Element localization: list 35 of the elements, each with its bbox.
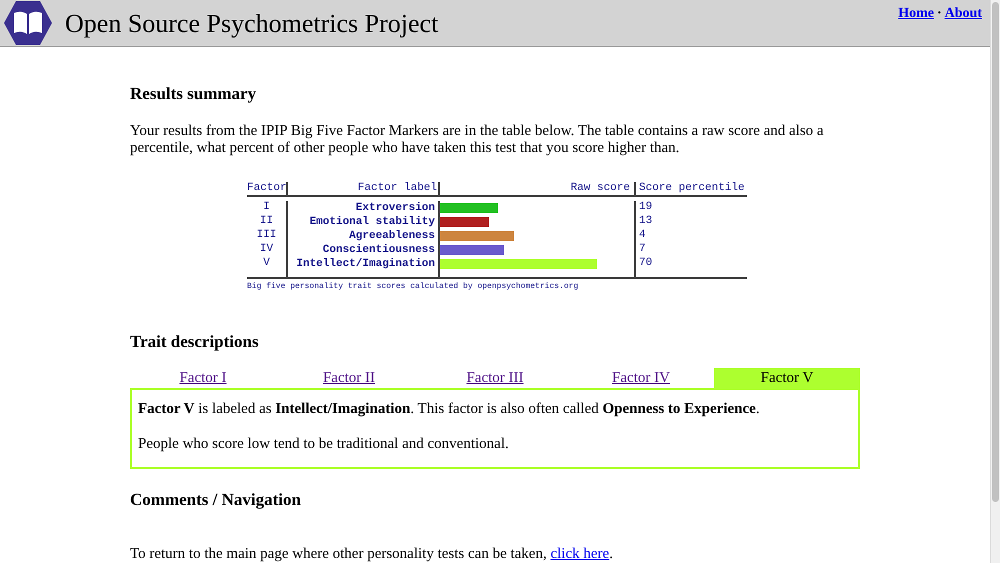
period-text: . (609, 546, 613, 562)
scrollbar[interactable] (990, 0, 1000, 563)
description-text: People who score low tend to be traditional and conventional. (138, 434, 510, 454)
column-header: Raw score (440, 182, 636, 194)
factor-tab[interactable]: Factor I (130, 368, 276, 388)
section-heading: Results summary (130, 83, 258, 105)
column-header: Score percentile (638, 182, 746, 194)
factor-numeral: I (247, 200, 288, 214)
factor-tab[interactable]: Factor IV (568, 368, 714, 388)
percentile-value: 70 (638, 256, 654, 270)
navigation-text: To return to the main page where other personality tests can be taken, (130, 546, 547, 562)
factor-numeral: II (247, 214, 288, 228)
factor-numeral: IV (247, 242, 288, 256)
section-heading: Comments / Navigation (130, 489, 302, 511)
column-header: Factor (247, 182, 288, 194)
section-heading: Trait descriptions (130, 330, 260, 353)
site-title: Open Source Psychometrics Project (65, 8, 438, 40)
factor-numeral: V (247, 256, 288, 270)
description-text: Factor V is labeled as Intellect/Imagination. This factor is also often called Openness to Experience. (138, 400, 761, 419)
separator: · (936, 5, 942, 23)
summary-text: Your results from the IPIP Big Five Factor Markers are in the table below. The table contains a raw score and also a percentile, what percent of other people who have taken this test that you score higher than. (130, 122, 825, 156)
percentile-value: 19 (638, 200, 654, 214)
click-here-link[interactable]: click here (550, 546, 610, 562)
factor-tab[interactable]: Factor V (714, 368, 860, 388)
column-header: Factor label (288, 182, 440, 194)
book-logo-icon (3, 0, 53, 46)
percentile-value: 4 (638, 228, 647, 242)
chart-caption: Big five personality trait scores calculated by openpsychometrics.org (247, 280, 580, 292)
percentile-value: 13 (638, 214, 654, 228)
factor-tab[interactable]: Factor III (422, 368, 568, 388)
percentile-value: 7 (638, 242, 647, 256)
factor-numeral: III (247, 228, 288, 242)
about-link[interactable]: About (944, 3, 982, 24)
home-link[interactable]: Home (898, 3, 934, 24)
factor-tab[interactable]: Factor II (276, 368, 422, 388)
